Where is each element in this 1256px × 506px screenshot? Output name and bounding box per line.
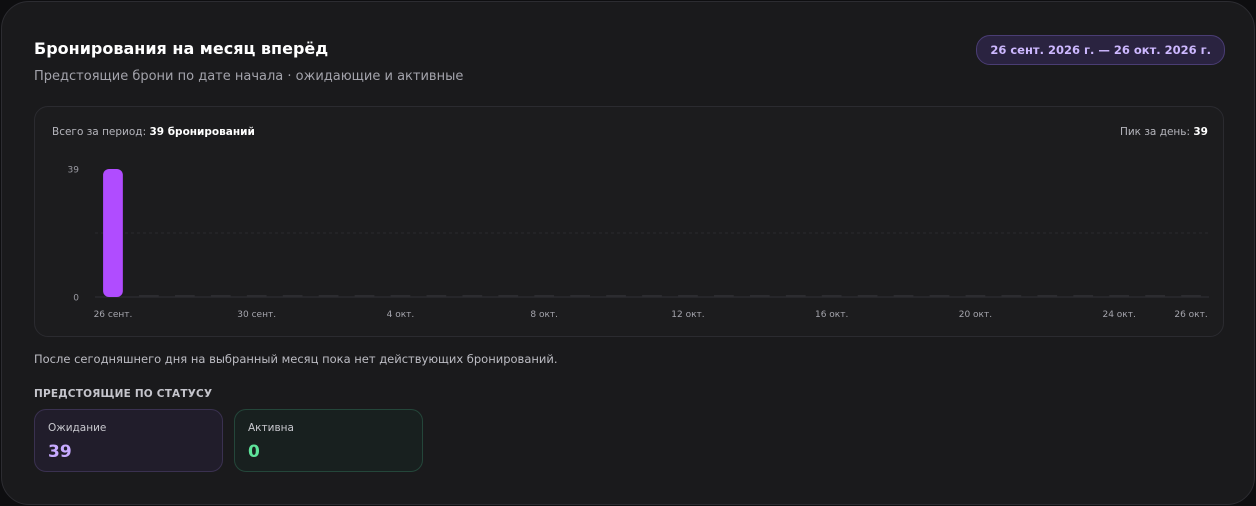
bar — [1073, 295, 1094, 297]
bar — [246, 295, 267, 297]
status-label-pending: Ожидание — [48, 422, 107, 434]
bar — [1109, 295, 1130, 297]
bar — [1037, 295, 1058, 297]
status-value-pending: 39 — [48, 442, 72, 462]
bookings-bar-chart: 0 39 26 сент. 30 сент. 4 окт. 8 окт. 12 окт. 16… — [68, 166, 1209, 320]
bar — [354, 295, 375, 297]
bar — [606, 295, 626, 297]
bar — [642, 295, 662, 297]
bar — [139, 295, 159, 297]
x-tick-label: 26 сент. — [94, 310, 133, 320]
chart-panel: Всего за период: 39 бронирований Пик за … — [34, 106, 1224, 337]
bar — [390, 295, 411, 297]
bar — [1145, 295, 1165, 297]
date-range-button[interactable]: 26 сент. 2026 г. — 26 окт. 2026 г. — [976, 35, 1225, 65]
bar — [570, 295, 591, 297]
bar — [462, 295, 483, 297]
x-tick-label: 30 сент. — [237, 310, 276, 320]
bar — [929, 295, 950, 297]
x-tick-label: 4 окт. — [387, 310, 415, 320]
bar — [785, 295, 806, 297]
bar — [713, 295, 734, 297]
bar — [965, 295, 986, 297]
bar — [821, 295, 842, 297]
bar — [1181, 295, 1201, 297]
bar — [498, 295, 519, 297]
bar — [749, 295, 770, 297]
y-tick-label: 0 — [73, 294, 79, 304]
page-subtitle: Предстоящие брони по дате начала · ожида… — [34, 69, 464, 84]
bar — [103, 169, 123, 297]
status-label-active: Активна — [248, 422, 294, 434]
page-title: Бронирования на месяц вперёд — [34, 39, 329, 58]
empty-state-note: После сегодняшнего дня на выбранный меся… — [34, 352, 558, 366]
x-tick-label: 20 окт. — [959, 310, 992, 320]
bar — [893, 295, 914, 297]
x-tick-label: 8 окт. — [530, 310, 558, 320]
x-tick-label: 12 окт. — [671, 310, 704, 320]
x-tick-label: 24 окт. — [1102, 310, 1135, 320]
y-tick-label: 39 — [68, 166, 80, 176]
bar — [426, 295, 447, 297]
bar — [318, 295, 339, 297]
bar — [857, 295, 878, 297]
bar — [1001, 295, 1022, 297]
bar — [678, 295, 698, 297]
status-card-pending: Ожидание 39 — [34, 409, 223, 472]
bar — [210, 295, 231, 297]
bar — [174, 295, 195, 297]
bookings-card: Бронирования на месяц вперёд Предстоящие… — [1, 1, 1255, 505]
status-value-active: 0 — [248, 442, 260, 462]
bar — [282, 295, 303, 297]
x-tick-label: 26 окт. — [1174, 310, 1207, 320]
x-tick-label: 16 окт. — [815, 310, 848, 320]
status-section-heading: ПРЕДСТОЯЩИЕ ПО СТАТУСУ — [34, 388, 213, 400]
bar — [534, 295, 555, 297]
status-card-active: Активна 0 — [234, 409, 423, 472]
